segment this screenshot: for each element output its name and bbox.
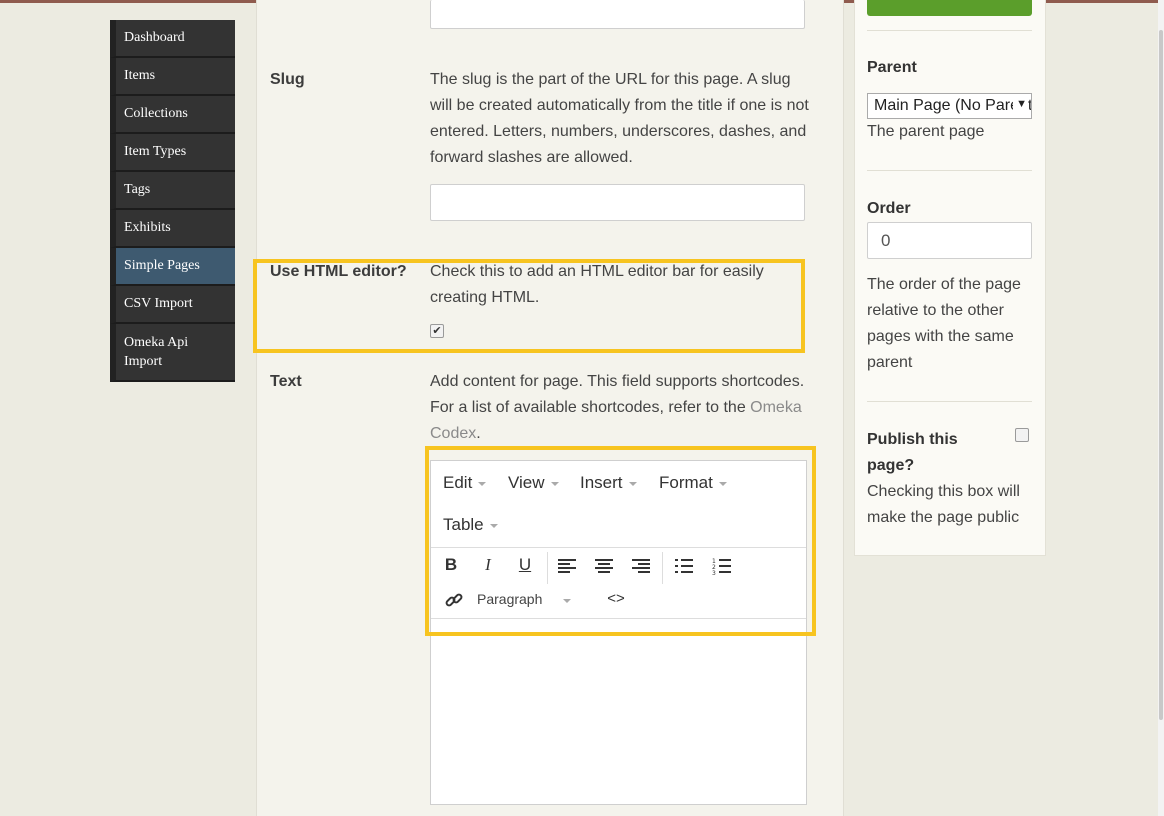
nav-item-omeka-api-import[interactable]: Omeka Api Import [110, 324, 235, 382]
panel-divider [867, 401, 1032, 402]
nav-item-tags[interactable]: Tags [110, 172, 235, 210]
nav-item-label: Simple Pages [124, 258, 200, 273]
use-html-editor-checkbox[interactable]: ✔ [430, 324, 444, 338]
use-html-editor-help: Check this to add an HTML editor bar for… [430, 263, 764, 306]
slug-help-text: The slug is the part of the URL for this… [430, 71, 809, 166]
order-value: 0 [881, 231, 891, 250]
save-changes-button[interactable] [867, 0, 1032, 16]
page-scrollbar-thumb[interactable] [1159, 30, 1163, 720]
panel-divider [867, 30, 1032, 31]
parent-help-text: The parent page [867, 123, 985, 140]
nav-item-items[interactable]: Items [110, 58, 235, 96]
order-label: Order [867, 200, 911, 217]
nav-item-collections[interactable]: Collections [110, 96, 235, 134]
nav-item-label: Tags [124, 182, 151, 197]
dropdown-arrow-icon: ▼ [1013, 98, 1027, 110]
parent-label: Parent [867, 59, 917, 76]
panel-divider [867, 170, 1032, 171]
title-input[interactable] [430, 0, 805, 29]
use-html-editor-label: Use HTML editor? [270, 263, 407, 280]
publish-checkbox[interactable] [1015, 428, 1029, 442]
nav-item-label: Items [124, 68, 156, 83]
nav-item-label: Exhibits [124, 220, 171, 235]
slug-input[interactable] [430, 184, 805, 221]
text-label: Text [270, 373, 302, 390]
parent-select[interactable]: Main Page (No Parent) ▼ [867, 93, 1032, 119]
editor-content-area[interactable] [431, 619, 806, 804]
parent-select-value: Main Page (No Parent) [874, 97, 1032, 114]
text-help-text: Add content for page. This field support… [430, 369, 810, 447]
text-help-prefix: Add content for page. This field support… [430, 373, 805, 416]
nav-item-exhibits[interactable]: Exhibits [110, 210, 235, 248]
nav-item-dashboard[interactable]: Dashboard [110, 20, 235, 58]
nav-item-csv-import[interactable]: CSV Import [110, 286, 235, 324]
editor-toolbar-highlight [425, 446, 816, 636]
nav-item-label: CSV Import [124, 296, 193, 311]
publish-label: Publish this page? [867, 431, 958, 474]
nav-item-label: Item Types [124, 144, 187, 159]
slug-label: Slug [270, 71, 305, 88]
nav-item-simple-pages[interactable]: Simple Pages [110, 248, 235, 286]
nav-item-label: Omeka Api Import [124, 335, 189, 369]
order-help-text: The order of the page relative to the ot… [867, 276, 1021, 371]
admin-nav: Dashboard Items Collections Item Types T… [110, 20, 235, 382]
order-input[interactable]: 0 [867, 222, 1032, 259]
nav-item-label: Collections [124, 106, 188, 121]
publish-help-text: Checking this box will make the page pub… [867, 483, 1020, 526]
nav-item-label: Dashboard [124, 30, 185, 45]
nav-item-item-types[interactable]: Item Types [110, 134, 235, 172]
text-help-suffix: . [476, 425, 481, 442]
